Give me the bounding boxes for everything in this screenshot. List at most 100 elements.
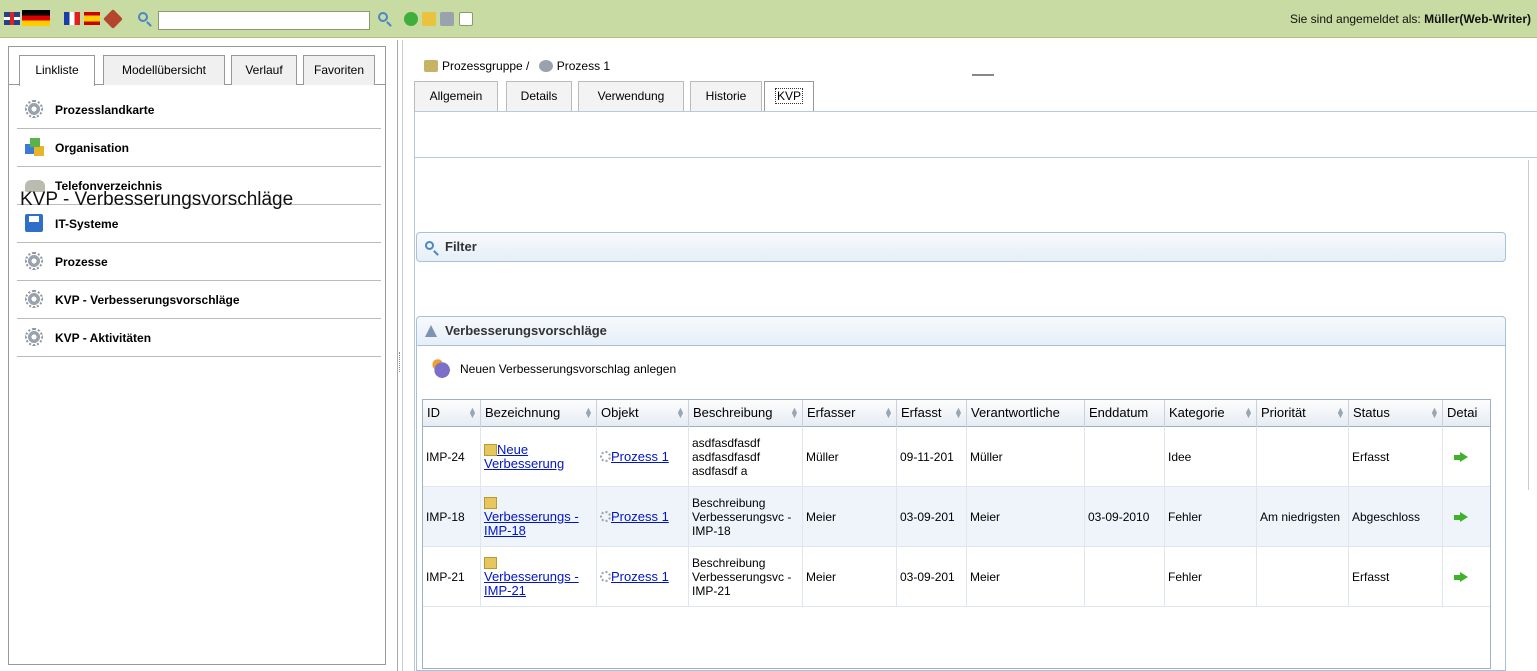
document-icon — [484, 444, 497, 456]
splitter-grip[interactable] — [399, 352, 401, 372]
sidebar-item-organisation[interactable]: Organisation — [17, 129, 381, 167]
table-row[interactable]: IMP-24 Neue Verbesserung Prozess 1 asdfa… — [423, 427, 1490, 487]
col-details[interactable]: Detai — [1443, 400, 1490, 427]
col-prioritaet[interactable]: Priorität ▲ ▼ — [1257, 400, 1349, 427]
sidebar-item-label: KVP - Aktivitäten — [55, 331, 152, 345]
cell-kategorie: Fehler — [1165, 487, 1257, 547]
sidebar-item-prozesslandkarte[interactable]: Prozesslandkarte — [17, 91, 381, 129]
sidebar: Linkliste Modellübersicht Verlauf Favori… — [8, 46, 386, 665]
tab-verwendung[interactable]: Verwendung — [578, 81, 684, 111]
col-id[interactable]: ID ▲ ▼ — [423, 400, 481, 427]
top-toolbar: Sie sind angemeldet als: Müller(Web-Writ… — [0, 0, 1537, 38]
sidebar-item-label: IT-Systeme — [55, 217, 119, 231]
proposal-link[interactable]: Neue Verbesserung — [484, 442, 564, 471]
details-arrow-icon[interactable] — [1454, 572, 1468, 582]
new-proposal-icon — [430, 358, 452, 380]
gears-icon — [25, 290, 47, 310]
document-icon — [484, 497, 497, 509]
panel-splitter[interactable] — [397, 40, 403, 671]
search-input[interactable] — [158, 11, 370, 30]
tab-details[interactable]: Details — [506, 81, 572, 111]
cell-details — [1443, 547, 1490, 607]
search-go-icon[interactable] — [378, 12, 388, 22]
cell-verantwortlich: Müller — [967, 427, 1085, 487]
details-arrow-icon[interactable] — [1454, 452, 1468, 462]
object-link[interactable]: Prozess 1 — [611, 569, 669, 584]
cell-erfasst: 03-09-201 — [897, 487, 967, 547]
table-row[interactable]: IMP-21 Verbesserungs - IMP-21 Prozess 1 … — [423, 547, 1490, 607]
cell-id: IMP-24 — [423, 427, 481, 487]
tab-allgemein[interactable]: Allgemein — [414, 81, 498, 111]
breadcrumb-process[interactable]: Prozess 1 — [557, 59, 610, 73]
flag-fr-icon[interactable] — [64, 12, 80, 25]
sidebar-item-prozesse[interactable]: Prozesse — [17, 243, 381, 281]
cell-erfasst: 09-11-201 — [897, 427, 967, 487]
cell-objekt: Prozess 1 — [597, 487, 689, 547]
process-icon — [538, 60, 553, 72]
tab-favoriten[interactable]: Favoriten — [303, 55, 375, 85]
gears-icon — [25, 328, 47, 348]
col-kategorie[interactable]: Kategorie ▲ ▼ — [1165, 400, 1257, 427]
proposals-table: ID ▲ ▼ Bezeichnung ▲ ▼ Objekt ▲ ▼ Beschreibung… — [422, 399, 1491, 669]
cell-bezeichnung: Verbesserungs - IMP-18 — [481, 487, 597, 547]
cell-id: IMP-18 — [423, 487, 481, 547]
divider — [972, 74, 994, 76]
cell-kategorie: Idee — [1165, 427, 1257, 487]
tab-modelluebersicht[interactable]: Modellübersicht — [103, 55, 225, 85]
tab-kvp[interactable]: KVP — [764, 81, 814, 111]
col-beschreibung[interactable]: Beschreibung ▲ ▼ — [689, 400, 803, 427]
table-header: ID ▲ ▼ Bezeichnung ▲ ▼ Objekt ▲ ▼ Beschreibung… — [423, 400, 1490, 427]
cell-status: Erfasst — [1349, 547, 1443, 607]
cell-objekt: Prozess 1 — [597, 547, 689, 607]
tab-verlauf[interactable]: Verlauf — [231, 55, 297, 85]
back-icon[interactable] — [404, 12, 418, 26]
page-title: KVP - Verbesserungsvorschläge — [20, 189, 294, 210]
favorite-add-icon[interactable] — [422, 12, 436, 26]
cell-prioritaet — [1257, 427, 1349, 487]
login-user: Müller(Web-Writer) — [1424, 12, 1531, 26]
cell-enddatum: 03-09-2010 — [1085, 487, 1165, 547]
vertical-scrollbar[interactable] — [1528, 160, 1537, 490]
collapse-triangle-icon[interactable] — [425, 325, 437, 337]
flag-de-icon[interactable] — [22, 10, 50, 26]
col-objekt[interactable]: Objekt ▲ ▼ — [597, 400, 689, 427]
sidebar-item-kvp-aktivitaeten[interactable]: KVP - Aktivitäten — [17, 319, 381, 357]
tab-historie[interactable]: Historie — [690, 81, 762, 111]
tab-linkliste[interactable]: Linkliste — [19, 55, 95, 86]
home-cube-icon[interactable] — [103, 9, 123, 29]
process-icon — [600, 511, 611, 522]
col-erfasst[interactable]: Erfasst ▲ ▼ — [897, 400, 967, 427]
breadcrumb-group[interactable]: Prozessgruppe / — [442, 59, 529, 73]
sidebar-item-kvp-verbesserungsvorschlaege[interactable]: KVP - Verbesserungsvorschläge — [17, 281, 381, 319]
cell-beschreibung: Beschreibung Verbesserungsvc - IMP-21 — [689, 547, 803, 607]
cell-prioritaet — [1257, 547, 1349, 607]
filter-panel-header[interactable]: Filter — [416, 232, 1506, 262]
cell-kategorie: Fehler — [1165, 547, 1257, 607]
proposals-title: Verbesserungsvorschläge — [445, 323, 607, 338]
search-icon[interactable] — [138, 12, 148, 22]
col-enddatum[interactable]: Enddatum — [1085, 400, 1165, 427]
cell-verantwortlich: Meier — [967, 547, 1085, 607]
details-arrow-icon[interactable] — [1454, 512, 1468, 522]
proposals-panel-header[interactable]: Verbesserungsvorschläge — [416, 316, 1506, 346]
cell-beschreibung: Beschreibung Verbesserungsvc - IMP-18 — [689, 487, 803, 547]
col-verantwortliche[interactable]: Verantwortliche — [967, 400, 1085, 427]
flag-gb-icon[interactable] — [4, 12, 20, 25]
col-erfasser[interactable]: Erfasser ▲ ▼ — [803, 400, 897, 427]
print-icon[interactable] — [440, 12, 454, 26]
col-status[interactable]: Status ▲ ▼ — [1349, 400, 1443, 427]
proposal-link[interactable]: Verbesserungs - IMP-21 — [484, 569, 579, 598]
object-link[interactable]: Prozess 1 — [611, 449, 669, 464]
col-bezeichnung[interactable]: Bezeichnung ▲ ▼ — [481, 400, 597, 427]
object-link[interactable]: Prozess 1 — [611, 509, 669, 524]
flag-es-icon[interactable] — [84, 12, 100, 25]
proposal-link[interactable]: Verbesserungs - IMP-18 — [484, 509, 579, 538]
mail-icon[interactable] — [459, 12, 473, 26]
cell-prioritaet: Am niedrigsten — [1257, 487, 1349, 547]
table-row[interactable]: IMP-18 Verbesserungs - IMP-18 Prozess 1 … — [423, 487, 1490, 547]
breadcrumb: Prozessgruppe / Prozess 1 — [424, 59, 610, 73]
floppy-disk-icon — [25, 214, 47, 234]
login-status: Sie sind angemeldet als: Müller(Web-Writ… — [1290, 12, 1531, 26]
cell-verantwortlich: Meier — [967, 487, 1085, 547]
org-cubes-icon — [25, 138, 47, 158]
